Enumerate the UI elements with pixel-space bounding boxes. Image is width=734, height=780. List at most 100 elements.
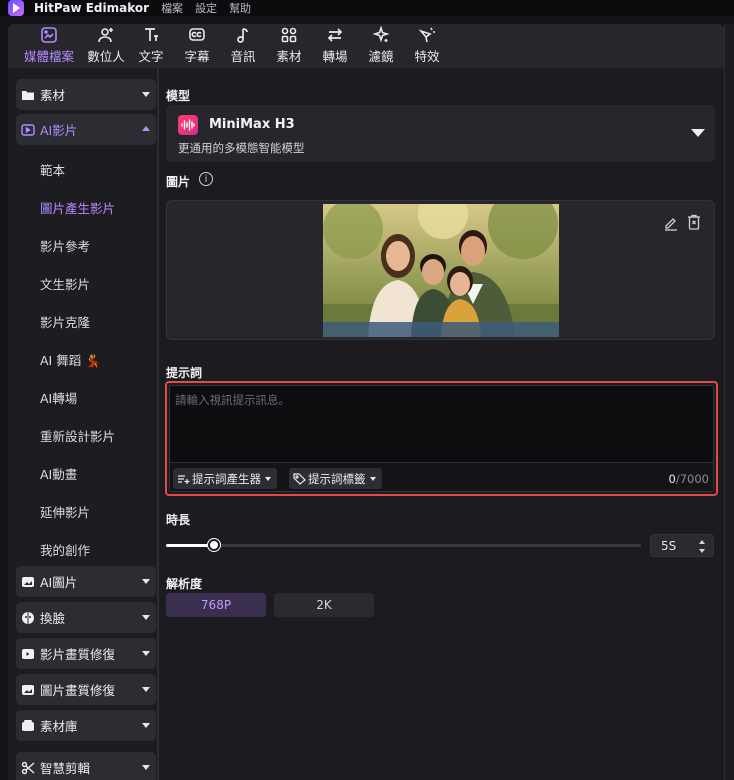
resolution-option-2k[interactable]: 2K (274, 593, 374, 617)
tab-assets[interactable]: 素材 (273, 24, 305, 68)
duration-value: 5S (661, 539, 677, 553)
tab-media[interactable]: 媒體檔案 (17, 24, 81, 68)
sidebar-item-templates[interactable]: 範本 (40, 160, 65, 179)
tab-avatar[interactable]: 數位人 (85, 24, 127, 68)
sidebar-category-label: 智慧剪輯 (40, 761, 91, 776)
effects-icon (416, 25, 438, 45)
sidebar-item-text-to-video[interactable]: 文生影片 (40, 274, 90, 293)
prompt-input[interactable]: 請輸入視訊提示訊息。 提示詞產生器 提示詞標籤 0/7000 (169, 385, 714, 492)
music-icon (232, 25, 254, 45)
uploaded-photo (323, 204, 559, 337)
sidebar-item-video-clone[interactable]: 影片克隆 (40, 312, 90, 331)
sidebar-item-ai-transition[interactable]: AI轉場 (40, 388, 77, 407)
sidebar-category-face-swap[interactable]: 換臉 (16, 602, 156, 633)
tab-effects-label: 特效 (414, 49, 440, 64)
top-toolbar: 媒體檔案 數位人 文字 字幕 音訊 素材 轉場 濾鏡 特效 (8, 24, 724, 68)
sidebar-category-label: 素材庫 (40, 719, 78, 734)
image-section-label: 圖片 (166, 175, 191, 189)
minimax-logo-icon (178, 115, 198, 135)
stepper-down-icon[interactable] (699, 549, 705, 553)
tag-icon (293, 472, 306, 485)
model-name: MiniMax H3 (209, 117, 295, 132)
avatar-icon (95, 25, 117, 45)
sidebar-item-video-reference[interactable]: 影片參考 (40, 236, 90, 255)
tab-subtitle[interactable]: 字幕 (181, 24, 213, 68)
right-panel-edge (724, 24, 734, 780)
video-enhance-icon (21, 647, 35, 661)
sidebar-category-label: 影片畫質修復 (40, 647, 116, 662)
prompt-generator-button[interactable]: 提示詞產生器 (173, 468, 277, 489)
tab-effects[interactable]: 特效 (411, 24, 443, 68)
sidebar-item-redesign-video[interactable]: 重新設計影片 (40, 426, 115, 445)
tab-filter[interactable]: 濾鏡 (365, 24, 397, 68)
sidebar-category-label: 素材 (40, 88, 66, 103)
chevron-down-icon (142, 615, 150, 620)
sidebar-item-my-creations[interactable]: 我的創作 (40, 540, 90, 559)
app-name: HitPaw Edimakor (34, 1, 150, 15)
tab-assets-label: 素材 (276, 49, 302, 64)
sidebar-category-assets[interactable]: 素材 (16, 79, 156, 110)
text-icon (140, 25, 162, 45)
media-icon (38, 25, 60, 45)
menu-file[interactable]: 檔案 (161, 0, 183, 16)
sidebar-category-label: 圖片畫質修復 (40, 683, 116, 698)
resolution-section-label: 解析度 (166, 577, 203, 591)
edit-icon[interactable] (663, 215, 679, 234)
info-icon[interactable]: i (199, 172, 213, 186)
chevron-up-icon (142, 126, 150, 131)
model-description: 更通用的多模態智能模型 (178, 141, 305, 155)
sidebar-category-image-enhance[interactable]: 圖片畫質修復 (16, 674, 156, 705)
slider-thumb[interactable] (208, 539, 220, 551)
chevron-down-icon (142, 651, 150, 656)
tab-media-label: 媒體檔案 (23, 49, 74, 64)
sidebar-category-library[interactable]: 素材庫 (16, 710, 156, 741)
delete-icon[interactable] (686, 214, 702, 234)
subtitle-icon (186, 25, 208, 45)
image-enhance-icon (21, 683, 35, 697)
stepper-up-icon[interactable] (699, 540, 705, 544)
character-count-max: /7000 (675, 472, 709, 486)
tab-transition[interactable]: 轉場 (319, 24, 351, 68)
sidebar: 素材 AI影片 範本 圖片產生影片 影片參考 文生影片 影片克隆 AI 舞蹈 💃… (8, 68, 157, 780)
tab-filter-label: 濾鏡 (368, 49, 394, 64)
prompt-generator-label: 提示詞產生器 (192, 471, 261, 486)
tab-subtitle-label: 字幕 (184, 49, 210, 64)
sidebar-item-image-to-video[interactable]: 圖片產生影片 (40, 198, 115, 217)
sidebar-item-ai-animation[interactable]: AI動畫 (40, 464, 77, 483)
app-logo-icon (8, 0, 24, 16)
folder-icon (21, 88, 35, 102)
character-counter: 0/7000 (669, 472, 709, 486)
sidebar-category-label: 換臉 (40, 611, 66, 626)
menu-help[interactable]: 幫助 (229, 0, 251, 16)
duration-stepper[interactable]: 5S (650, 534, 714, 557)
sidebar-item-ai-dance[interactable]: AI 舞蹈 💃 (40, 350, 101, 369)
menu-settings[interactable]: 設定 (195, 0, 217, 16)
library-icon (21, 719, 35, 733)
filter-icon (370, 25, 392, 45)
tab-text[interactable]: 文字 (135, 24, 167, 68)
sidebar-category-ai-image[interactable]: AI圖片 (16, 566, 156, 597)
prompt-tags-label: 提示詞標籤 (308, 471, 366, 486)
tab-music-label: 音訊 (230, 49, 256, 64)
duration-slider[interactable] (166, 539, 641, 551)
model-select[interactable]: MiniMax H3 更通用的多模態智能模型 (166, 105, 715, 162)
face-swap-icon (21, 611, 35, 625)
chevron-down-icon (142, 765, 150, 770)
prompt-footer: 提示詞產生器 提示詞標籤 0/7000 (170, 462, 713, 491)
chevron-down-icon (142, 92, 150, 97)
smart-cut-icon (21, 761, 35, 775)
sidebar-category-smart-cut[interactable]: 智慧剪輯 (16, 752, 156, 780)
assets-icon (278, 25, 300, 45)
ai-image-icon (21, 575, 35, 589)
prompt-tags-button[interactable]: 提示詞標籤 (289, 468, 382, 489)
tab-music[interactable]: 音訊 (227, 24, 259, 68)
model-section-label: 模型 (166, 89, 191, 103)
image-upload-area[interactable] (166, 200, 715, 340)
prompt-section-label: 提示詞 (166, 366, 203, 380)
sidebar-category-ai-video[interactable]: AI影片 (16, 114, 156, 145)
chevron-down-icon (369, 476, 376, 481)
resolution-option-768p[interactable]: 768P (166, 593, 266, 617)
sidebar-item-extend-video[interactable]: 延伸影片 (40, 502, 90, 521)
dropdown-arrow-icon[interactable] (691, 129, 705, 137)
sidebar-category-video-enhance[interactable]: 影片畫質修復 (16, 638, 156, 669)
